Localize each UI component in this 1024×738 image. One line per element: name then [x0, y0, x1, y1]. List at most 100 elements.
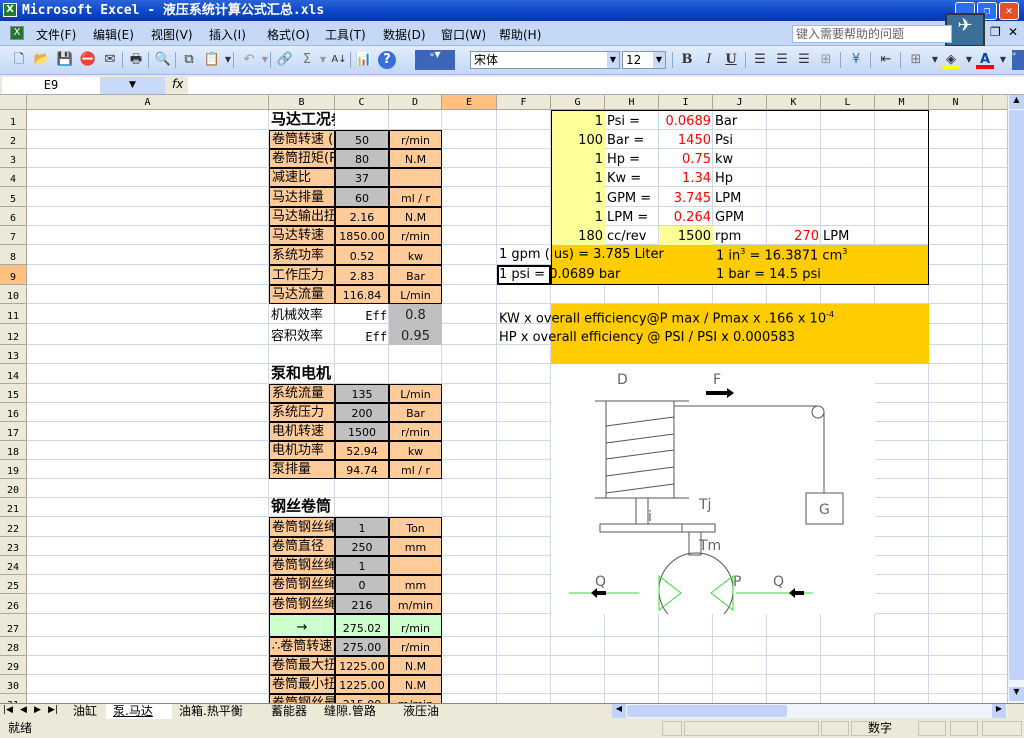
align-left-icon[interactable]: ☰	[751, 51, 769, 69]
row-header-15[interactable]: 15	[0, 384, 27, 403]
tab-first-icon[interactable]: |◀	[3, 705, 13, 715]
copy-icon[interactable]: ⧉	[180, 51, 198, 69]
horizontal-scroll-thumb[interactable]	[627, 705, 787, 717]
menu-view[interactable]: 视图(V)	[151, 26, 193, 43]
permission-icon[interactable]: ⛔	[79, 51, 97, 69]
column-header-K[interactable]: K	[767, 95, 821, 110]
param-value[interactable]: 1500	[335, 422, 389, 441]
decrease-indent-icon[interactable]: ⇤	[877, 51, 895, 69]
efficiency-input[interactable]: 0.95	[389, 324, 442, 345]
efficiency-input[interactable]: 0.8	[389, 304, 442, 324]
row-header-18[interactable]: 18	[0, 441, 27, 460]
param-value[interactable]: 216	[335, 594, 389, 614]
column-header-F[interactable]: F	[497, 95, 551, 110]
row-header-31[interactable]: 31	[0, 694, 27, 703]
row-header-26[interactable]: 26	[0, 594, 27, 614]
column-header-A[interactable]: A	[27, 95, 269, 110]
new-icon[interactable]: 🗋	[10, 51, 28, 69]
underline-button[interactable]: U	[722, 51, 740, 69]
tab-prev-icon[interactable]: ◀	[20, 705, 27, 715]
font-dropdown-icon[interactable]: ▼	[607, 52, 619, 68]
select-all-corner[interactable]	[0, 95, 27, 110]
tab-last-icon[interactable]: ▶|	[48, 705, 58, 715]
row-header-7[interactable]: 7	[0, 226, 27, 245]
row-header-12[interactable]: 12	[0, 324, 27, 345]
row-header-24[interactable]: 24	[0, 556, 27, 575]
hyperlink-icon[interactable]: 🔗	[276, 51, 294, 69]
row-header-16[interactable]: 16	[0, 403, 27, 422]
row-header-8[interactable]: 8	[0, 245, 27, 265]
param-value[interactable]: 80	[335, 149, 389, 168]
row-header-4[interactable]: 4	[0, 168, 27, 187]
open-icon[interactable]: 📂	[33, 51, 51, 69]
sort-ascending-icon[interactable]: A↓	[330, 51, 348, 69]
column-header-J[interactable]: J	[713, 95, 767, 110]
column-header-M[interactable]: M	[875, 95, 929, 110]
row-header-11[interactable]: 11	[0, 304, 27, 324]
email-icon[interactable]: ✉	[101, 51, 119, 69]
sheet-tab[interactable]: 油缸	[66, 704, 106, 719]
scroll-left-icon[interactable]: ◀	[612, 704, 626, 718]
paste-dropdown-icon[interactable]: ▼	[219, 51, 237, 69]
row-header-17[interactable]: 17	[0, 422, 27, 441]
align-center-icon[interactable]: ☰	[773, 51, 791, 69]
borders-icon[interactable]: ⊞	[907, 51, 925, 69]
sheet-tab[interactable]: 蓄能器	[264, 704, 317, 719]
column-header-I[interactable]: I	[659, 95, 713, 110]
menu-window[interactable]: 窗口(W)	[441, 26, 486, 43]
row-header-3[interactable]: 3	[0, 149, 27, 168]
param-value[interactable]: 200	[335, 403, 389, 422]
param-value[interactable]: 1	[335, 517, 389, 537]
close-workbook-icon[interactable]: ✕	[1008, 25, 1018, 39]
save-icon[interactable]: 💾	[56, 51, 74, 69]
param-value[interactable]: 50	[335, 130, 389, 149]
column-header-B[interactable]: B	[269, 95, 335, 110]
menu-format[interactable]: 格式(O)	[267, 26, 310, 43]
toolbar-options-icon-2[interactable]: »	[1012, 50, 1024, 70]
menu-insert[interactable]: 插入(I)	[209, 26, 246, 43]
row-header-9[interactable]: 9	[0, 265, 27, 285]
row-header-27[interactable]: 27	[0, 614, 27, 637]
name-box-dropdown-icon[interactable]: ▼	[100, 77, 165, 94]
row-header-6[interactable]: 6	[0, 207, 27, 226]
param-value[interactable]: 60	[335, 187, 389, 207]
insert-function-icon[interactable]: fx	[172, 77, 183, 91]
row-header-1[interactable]: 1	[0, 110, 27, 130]
font-color-icon[interactable]: A	[976, 51, 994, 69]
print-preview-icon[interactable]: 🔍	[154, 51, 172, 69]
align-right-icon[interactable]: ☰	[795, 51, 813, 69]
sheet-tab[interactable]: 缝隙.管路	[317, 704, 396, 719]
formula-input[interactable]	[188, 77, 1024, 94]
row-header-2[interactable]: 2	[0, 130, 27, 149]
font-size-dropdown-icon[interactable]: ▼	[653, 52, 665, 68]
row-header-28[interactable]: 28	[0, 637, 27, 656]
horizontal-scrollbar[interactable]: ◀ ▶	[612, 704, 1007, 718]
name-box[interactable]: E9	[2, 77, 100, 94]
column-header-C[interactable]: C	[335, 95, 389, 110]
row-header-13[interactable]: 13	[0, 345, 27, 364]
chart-wizard-icon[interactable]: 📊	[355, 51, 373, 69]
font-color-dropdown-icon[interactable]: ▼	[994, 51, 1012, 69]
help-search-input[interactable]: 键入需要帮助的问题	[792, 25, 952, 43]
param-value[interactable]: 135	[335, 384, 389, 403]
row-header-25[interactable]: 25	[0, 575, 27, 594]
row-header-22[interactable]: 22	[0, 517, 27, 537]
workbook-icon[interactable]: X	[10, 26, 24, 40]
column-header-H[interactable]: H	[605, 95, 659, 110]
scroll-right-icon[interactable]: ▶	[992, 704, 1006, 718]
close-button[interactable]: ✕	[999, 2, 1019, 20]
spreadsheet-grid[interactable]: ABCDEFGHIJKLMN1马达工况参数2卷筒转速 (Required)50r…	[0, 95, 1007, 703]
print-icon[interactable]: 🖶	[127, 51, 145, 69]
column-header-L[interactable]: L	[821, 95, 875, 110]
help-icon[interactable]: ?	[378, 51, 396, 69]
param-value[interactable]: 37	[335, 168, 389, 187]
tab-next-icon[interactable]: ▶	[34, 705, 41, 715]
sheet-tab[interactable]: 油箱.热平衡	[172, 704, 264, 719]
menu-tools[interactable]: 工具(T)	[325, 26, 366, 43]
column-header[interactable]	[983, 95, 1007, 110]
column-header-D[interactable]: D	[389, 95, 442, 110]
row-header-21[interactable]: 21	[0, 498, 27, 517]
menu-help[interactable]: 帮助(H)	[499, 26, 541, 43]
param-value[interactable]: 275.00	[335, 637, 389, 656]
vertical-scroll-thumb[interactable]	[1009, 110, 1024, 680]
